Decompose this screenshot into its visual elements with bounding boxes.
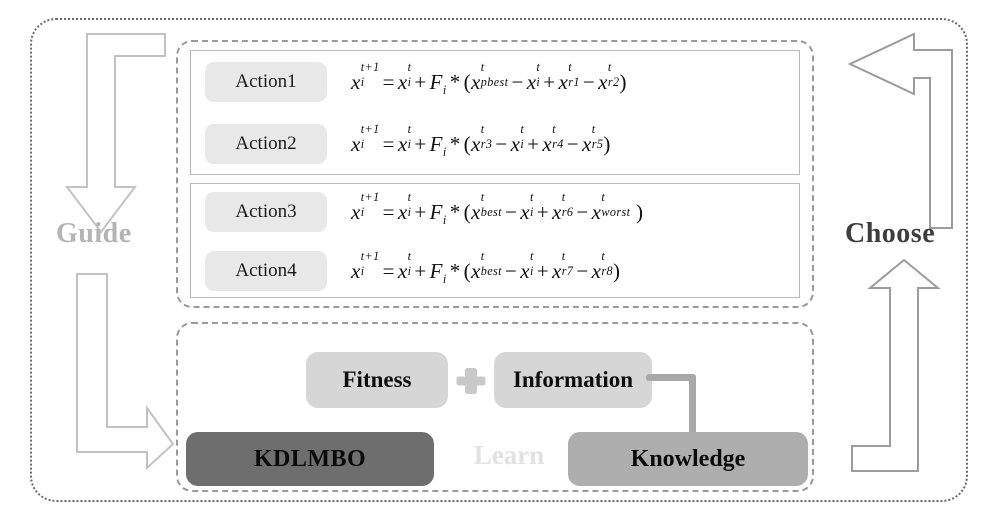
guide-label: Guide <box>56 218 132 249</box>
information-box[interactable]: Information <box>494 352 652 408</box>
information-knowledge-connector-vertical <box>689 374 696 436</box>
action3-formula: xt+1it+1=xtit+Fi*(xtbestbest−xtit+xtr6r6… <box>351 189 644 227</box>
action1-chip[interactable]: Action1 <box>205 62 327 102</box>
action-panel-bottom: Action3 xt+1it+1=xtit+Fi*(xtbestbest−xti… <box>190 183 800 298</box>
action2-chip[interactable]: Action2 <box>205 124 327 164</box>
choose-label: Choose <box>845 218 936 249</box>
action-row-1[interactable]: Action1 xt+1it+1=xtit+Fi*(xtpbestpbest−x… <box>191 51 799 113</box>
plus-icon <box>456 368 486 394</box>
guide-arrow-down-icon <box>64 33 166 234</box>
choose-arrow-up-icon <box>851 258 941 472</box>
guide-arrow-right-icon <box>76 273 175 471</box>
action-panel-top: Action1 xt+1it+1=xtit+Fi*(xtpbestpbest−x… <box>190 50 800 175</box>
action-row-3[interactable]: Action3 xt+1it+1=xtit+Fi*(xtbestbest−xti… <box>191 181 799 243</box>
diagram-canvas: Guide Choose Action1 xt+1it+1=xtit+Fi*(x… <box>0 0 1000 521</box>
choose-arrow-left-icon <box>847 32 953 229</box>
action1-formula: xt+1it+1=xtit+Fi*(xtpbestpbest−xtit+xtr1… <box>351 59 627 97</box>
learn-label: Learn <box>473 440 545 470</box>
action3-chip[interactable]: Action3 <box>205 192 327 232</box>
action-row-2[interactable]: Action2 xt+1it+1=xtit+Fi*(xtr3r3−xtit+xt… <box>191 113 799 175</box>
action2-formula: xt+1it+1=xtit+Fi*(xtr3r3−xtit+xtr4r4−xtr… <box>351 121 611 159</box>
action4-formula: xt+1it+1=xtit+Fi*(xtbestbest−xtit+xtr7r7… <box>351 248 621 286</box>
action4-chip[interactable]: Action4 <box>205 251 327 291</box>
action-row-4[interactable]: Action4 xt+1it+1=xtit+Fi*(xtbestbest−xti… <box>191 240 799 302</box>
kdlmbo-box[interactable]: KDLMBO <box>186 432 434 486</box>
knowledge-box[interactable]: Knowledge <box>568 432 808 486</box>
fitness-box[interactable]: Fitness <box>306 352 448 408</box>
